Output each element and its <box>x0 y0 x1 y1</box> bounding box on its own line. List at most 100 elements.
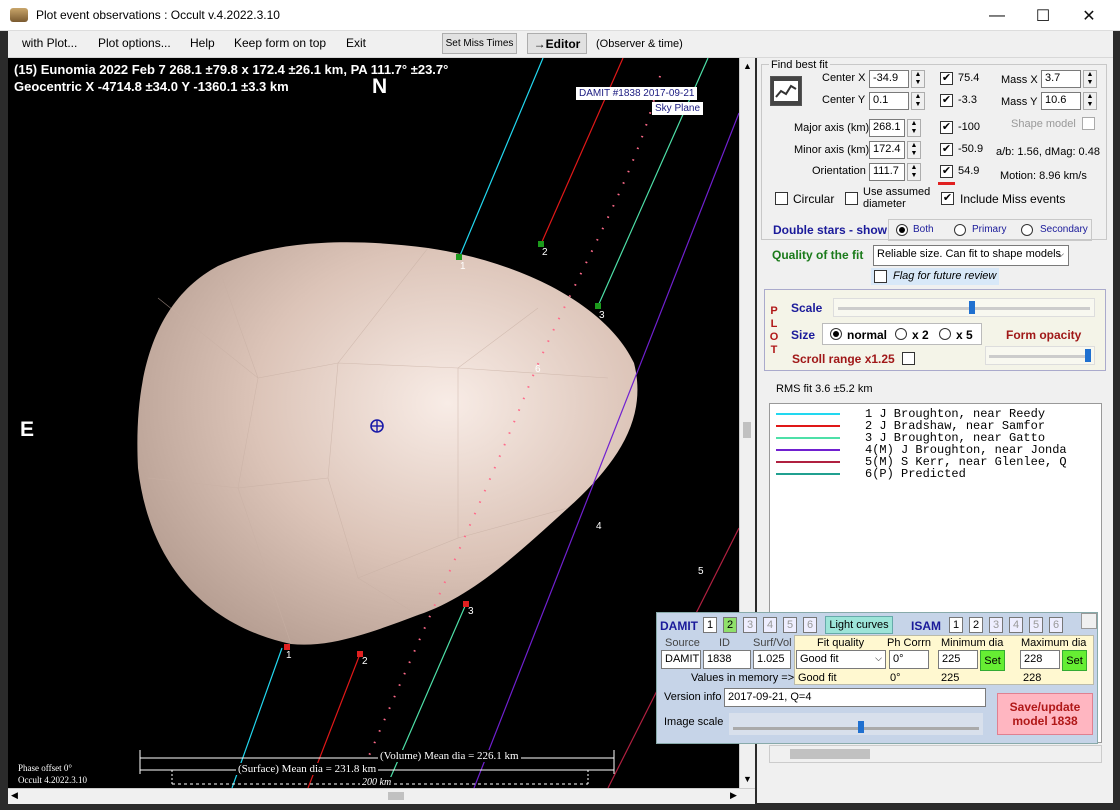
minimize-icon[interactable]: — <box>974 0 1020 31</box>
include-miss-checkbox[interactable]: ✔ <box>941 192 954 205</box>
shape-model-checkbox[interactable] <box>1082 117 1095 130</box>
set-miss-times-button[interactable]: Set Miss Times <box>442 33 517 54</box>
damit-tab-2[interactable]: 2 <box>723 617 737 633</box>
hscroll-thumb[interactable] <box>388 792 404 800</box>
damit-tab-4[interactable]: 4 <box>763 617 777 633</box>
legend-color-swatch <box>776 425 840 427</box>
size-x2-radio[interactable] <box>895 328 907 340</box>
surf-vol-field[interactable]: 1.025 <box>753 650 791 669</box>
orientation-label: Orientation <box>812 165 866 177</box>
plot-horizontal-scrollbar[interactable]: ◀ ▶ <box>8 788 755 804</box>
scale-slider-thumb[interactable] <box>968 301 975 314</box>
center-x-checkbox[interactable]: ✔ <box>940 72 953 85</box>
isam-tab-1[interactable]: 1 <box>949 617 963 633</box>
fit-quality-dropdown[interactable]: Good fit ⌵ <box>796 650 886 669</box>
menu-help[interactable]: Help <box>190 36 215 50</box>
size-x5-label: x 5 <box>956 328 973 342</box>
plot-header-line-2: Geocentric X -4714.8 ±34.0 Y -1360.1 ±3.… <box>14 79 289 94</box>
mass-x-input[interactable]: 3.7 <box>1041 70 1081 88</box>
mass-y-spinner[interactable]: ▲ ▼ <box>1083 92 1097 110</box>
max-dia-field[interactable]: 228 <box>1020 650 1060 669</box>
damit-label-2: Sky Plane <box>652 102 704 115</box>
major-axis-spinner[interactable]: ▲ ▼ <box>907 119 921 137</box>
size-x5-radio[interactable] <box>939 328 951 340</box>
scroll-down-icon[interactable]: ▼ <box>743 774 752 784</box>
center-y-spinner[interactable]: ▲ ▼ <box>911 92 925 110</box>
damit-close-icon[interactable] <box>1081 613 1097 629</box>
plot-area[interactable]: (15) Eunomia 2022 Feb 7 268.1 ±79.8 x 17… <box>8 58 739 788</box>
scale-slider[interactable] <box>833 298 1095 317</box>
maximize-icon[interactable]: ☐ <box>1020 0 1066 31</box>
fit-plot-icon[interactable] <box>770 76 802 106</box>
isam-tab-4[interactable]: 4 <box>1009 617 1023 633</box>
orientation-input[interactable]: 111.7 <box>869 163 905 181</box>
legend-color-swatch <box>776 437 840 439</box>
minor-axis-checkbox[interactable]: ✔ <box>940 143 953 156</box>
editor-button[interactable]: →Editor <box>527 33 587 54</box>
double-secondary-radio[interactable] <box>1021 224 1033 236</box>
ph-corrn-field[interactable]: 0° <box>889 650 929 669</box>
orientation-checkbox[interactable]: ✔ <box>940 165 953 178</box>
circular-checkbox[interactable] <box>775 192 788 205</box>
opacity-slider-thumb[interactable] <box>1084 349 1091 362</box>
chord-label-3-top: 3 <box>599 310 605 321</box>
menu-with-plot[interactable]: with Plot... <box>22 36 77 50</box>
menu-exit[interactable]: Exit <box>346 36 366 50</box>
scroll-thumb[interactable] <box>743 422 751 438</box>
major-axis-checkbox[interactable]: ✔ <box>940 121 953 134</box>
scroll-right-icon[interactable]: ▶ <box>730 790 737 801</box>
major-axis-input[interactable]: 268.1 <box>869 119 905 137</box>
min-dia-set-button[interactable]: Set <box>980 650 1005 671</box>
chord-label-4: 4 <box>596 521 602 532</box>
legend-color-swatch <box>776 449 840 451</box>
source-field[interactable]: DAMIT <box>661 650 701 669</box>
isam-tab-3[interactable]: 3 <box>989 617 1003 633</box>
legend-scroll-thumb[interactable] <box>790 749 870 759</box>
legend-scrollbar[interactable] <box>769 745 1102 763</box>
id-field[interactable]: 1838 <box>703 650 751 669</box>
double-both-radio[interactable] <box>896 224 908 236</box>
size-normal-label: normal <box>847 328 888 342</box>
quality-dropdown[interactable]: Reliable size. Can fit to shape models ⌵ <box>873 245 1069 266</box>
scroll-range-checkbox[interactable] <box>902 352 915 365</box>
chord-marker <box>456 254 462 260</box>
version-info-label: Version info <box>664 691 722 703</box>
use-assumed-checkbox[interactable] <box>845 192 858 205</box>
isam-tab-5[interactable]: 5 <box>1029 617 1043 633</box>
min-dia-field[interactable]: 225 <box>938 650 978 669</box>
scroll-left-icon[interactable]: ◀ <box>11 790 18 801</box>
center-x-spinner[interactable]: ▲ ▼ <box>911 70 925 88</box>
mass-x-spinner[interactable]: ▲ ▼ <box>1083 70 1097 88</box>
observer-time-label: (Observer & time) <box>596 38 683 50</box>
light-curves-button[interactable]: Light curves <box>825 616 893 634</box>
opacity-slider[interactable] <box>985 346 1095 365</box>
damit-tab-5[interactable]: 5 <box>783 617 797 633</box>
double-primary-radio[interactable] <box>954 224 966 236</box>
close-icon[interactable]: ✕ <box>1066 0 1112 31</box>
damit-tab-6[interactable]: 6 <box>803 617 817 633</box>
minor-axis-input[interactable]: 172.4 <box>869 141 905 159</box>
flag-review-checkbox[interactable] <box>874 270 887 283</box>
center-x-input[interactable]: -34.9 <box>869 70 909 88</box>
mass-y-input[interactable]: 10.6 <box>1041 92 1081 110</box>
size-normal-radio[interactable] <box>830 328 842 340</box>
damit-tab-3[interactable]: 3 <box>743 617 757 633</box>
image-scale-slider[interactable] <box>729 713 983 735</box>
damit-tab-1[interactable]: 1 <box>703 617 717 633</box>
north-label: N <box>372 75 388 98</box>
orientation-spinner[interactable]: ▲ ▼ <box>907 163 921 181</box>
isam-tab-2[interactable]: 2 <box>969 617 983 633</box>
minor-axis-spinner[interactable]: ▲ ▼ <box>907 141 921 159</box>
max-dia-set-button[interactable]: Set <box>1062 650 1087 671</box>
menu-plot-options[interactable]: Plot options... <box>98 36 171 50</box>
save-update-model-button[interactable]: Save/update model 1838 <box>997 693 1093 735</box>
legend-color-swatch <box>776 473 840 475</box>
scroll-up-icon[interactable]: ▲ <box>743 61 752 71</box>
id-label: ID <box>719 637 730 649</box>
image-scale-thumb[interactable] <box>857 721 864 733</box>
center-y-input[interactable]: 0.1 <box>869 92 909 110</box>
version-info-field[interactable]: 2017-09-21, Q=4 <box>724 688 986 707</box>
menu-keep-on-top[interactable]: Keep form on top <box>234 36 326 50</box>
center-y-checkbox[interactable]: ✔ <box>940 94 953 107</box>
isam-tab-6[interactable]: 6 <box>1049 617 1063 633</box>
